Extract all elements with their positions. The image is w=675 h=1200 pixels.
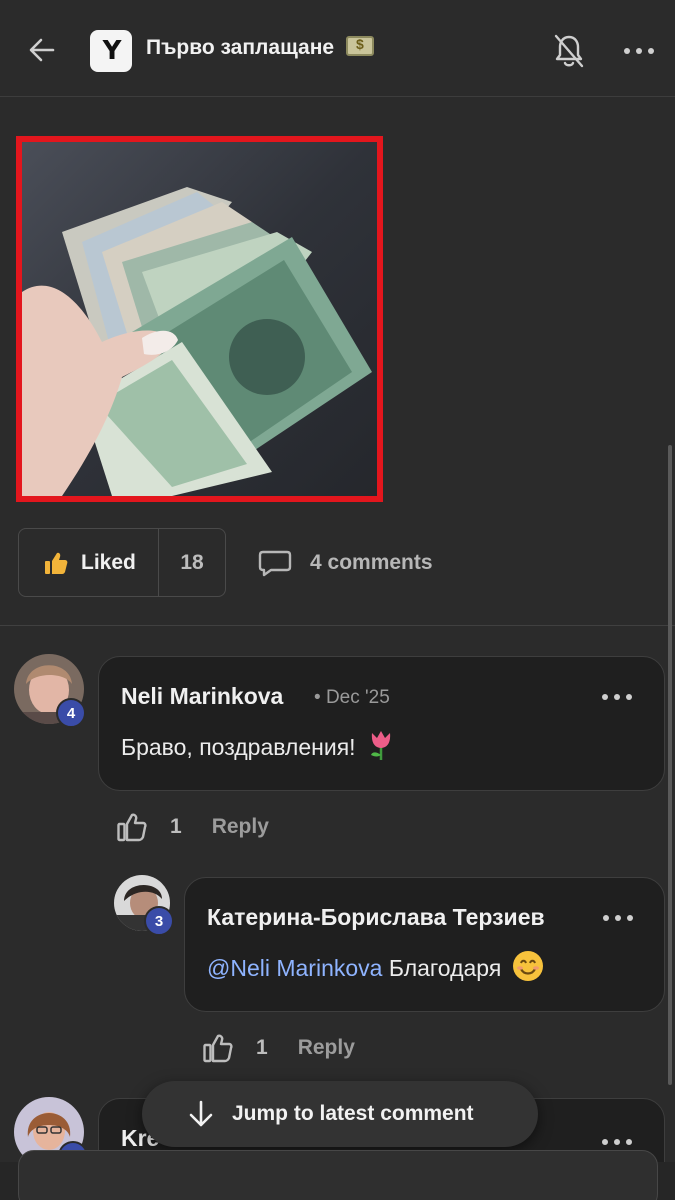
bell-off-icon xyxy=(554,34,584,68)
level-badge: 4 xyxy=(56,698,86,728)
comment-like-count: 1 xyxy=(256,1036,268,1059)
comment-text: @Neli Marinkova Благодаря xyxy=(207,950,544,982)
comment-composer[interactable] xyxy=(18,1150,658,1200)
comment-text: Браво, поздравления! xyxy=(121,729,396,761)
post-image[interactable] xyxy=(16,136,383,502)
comments-button[interactable]: 4 comments xyxy=(258,545,433,581)
comment-actions: 1 Reply xyxy=(202,1028,355,1068)
comment-more-button[interactable] xyxy=(603,908,633,928)
reply-button[interactable]: Reply xyxy=(212,815,269,839)
back-button[interactable] xyxy=(22,30,62,70)
comment-author[interactable]: Neli Marinkova xyxy=(121,683,283,710)
jump-to-latest-button[interactable]: Jump to latest comment xyxy=(142,1081,538,1147)
user-mention-link[interactable]: @Neli Marinkova xyxy=(207,955,382,981)
money-emoji-icon xyxy=(345,36,374,56)
banknotes-photo xyxy=(22,142,377,496)
arrow-down-icon xyxy=(189,1100,213,1127)
more-options-button[interactable] xyxy=(618,30,660,72)
more-horizontal-icon xyxy=(624,41,654,61)
reply-button[interactable]: Reply xyxy=(298,1036,355,1060)
comment-like-count: 1 xyxy=(170,815,182,838)
avatar[interactable]: 3 xyxy=(114,875,174,936)
like-group: Liked 18 xyxy=(18,528,226,597)
comment-date[interactable]: • Dec '25 xyxy=(314,687,390,709)
avatar[interactable]: 4 xyxy=(14,654,86,728)
thumbs-up-icon[interactable] xyxy=(202,1032,234,1064)
like-count[interactable]: 18 xyxy=(159,529,225,596)
thumbs-up-filled-icon xyxy=(45,552,68,574)
section-divider xyxy=(0,625,675,626)
scrollbar[interactable] xyxy=(668,445,672,1085)
like-label: Liked xyxy=(81,550,136,574)
comment-text-content: Благодаря xyxy=(388,955,502,981)
jump-label: Jump to latest comment xyxy=(232,1102,474,1125)
comment-date-text: Dec '25 xyxy=(325,687,390,708)
like-button[interactable]: Liked xyxy=(19,529,159,596)
community-logo[interactable]: Y xyxy=(90,30,132,72)
comment-bubble: Neli Marinkova • Dec '25 Браво, поздравл… xyxy=(98,656,665,791)
comment-more-button[interactable] xyxy=(602,687,632,707)
arrow-left-icon xyxy=(29,38,55,62)
post-title-text: Първо заплащане xyxy=(146,36,335,59)
thumbs-up-icon[interactable] xyxy=(116,811,148,843)
smile-emoji-icon xyxy=(512,951,543,981)
level-badge: 3 xyxy=(144,906,174,936)
post-title: Първо заплащане xyxy=(146,36,374,60)
comment-bubble: Катерина-Борислава Терзиев @Neli Marinko… xyxy=(184,877,665,1012)
notifications-button[interactable] xyxy=(548,30,590,72)
logo-letter: Y xyxy=(102,36,122,66)
top-bar: Y Първо заплащане xyxy=(0,0,675,97)
comments-count-label: 4 comments xyxy=(310,551,433,574)
tulip-emoji-icon xyxy=(370,731,391,760)
comment-bubble-icon xyxy=(258,550,292,577)
comment-more-button[interactable] xyxy=(602,1132,632,1152)
comment-actions: 1 Reply xyxy=(116,807,269,847)
comment-author[interactable]: Катерина-Борислава Терзиев xyxy=(207,904,545,931)
comment-text-content: Браво, поздравления! xyxy=(121,734,356,760)
